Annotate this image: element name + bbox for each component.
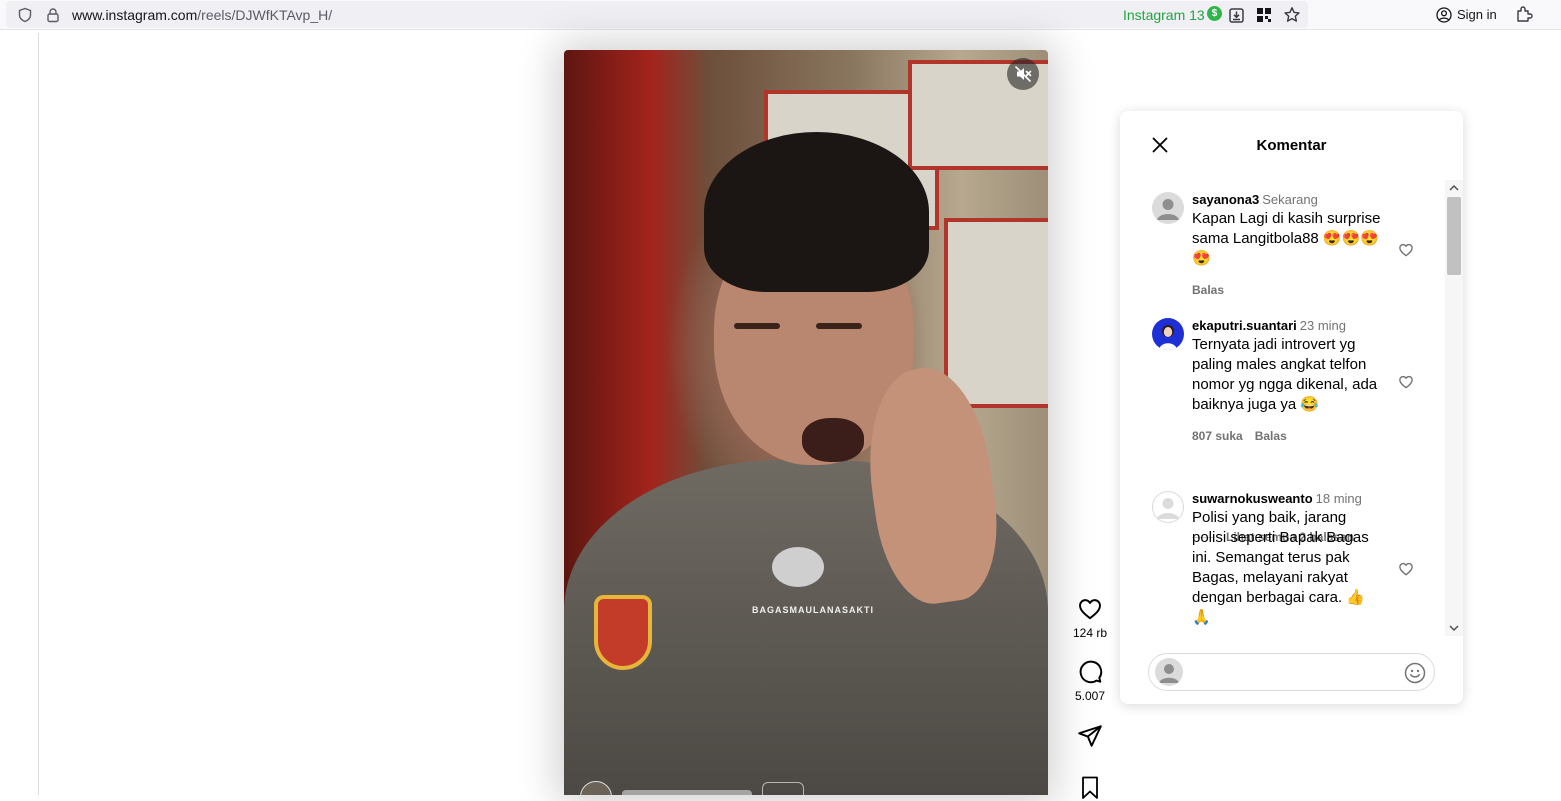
dollar-badge-icon[interactable]: $	[1207, 6, 1222, 21]
save-action[interactable]	[1068, 775, 1112, 801]
comment-text: Ternyata jadi introvert yg paling males …	[1192, 336, 1378, 413]
download-icon[interactable]	[1226, 5, 1246, 25]
bookmark-icon[interactable]	[1078, 775, 1102, 801]
scroll-up-icon[interactable]	[1449, 183, 1459, 193]
comment-list[interactable]: sayanona3 Sekarang Kapan Lagi di kasih su…	[1120, 181, 1445, 636]
browser-toolbar: www.instagram.com/reels/DJWfKTAvp_H/ Ins…	[0, 0, 1561, 30]
share-action[interactable]	[1068, 723, 1112, 749]
lock-icon[interactable]	[44, 6, 62, 24]
url-path: /reels/DJWfKTAvp_H/	[197, 7, 333, 23]
scroll-down-icon[interactable]	[1449, 623, 1459, 633]
comment-username[interactable]: sayanona3	[1192, 192, 1259, 207]
sign-in-label: Sign in	[1457, 7, 1497, 22]
reply-button[interactable]: Balas	[1192, 283, 1224, 297]
avatar[interactable]	[1152, 318, 1184, 350]
reel-video[interactable]: BAGASMAULANASAKTI	[564, 50, 1048, 795]
like-count: 124 rb	[1072, 626, 1108, 640]
comment-input[interactable]	[1191, 662, 1391, 682]
shield-icon[interactable]	[16, 6, 34, 24]
url-text[interactable]: www.instagram.com/reels/DJWfKTAvp_H/	[72, 7, 332, 23]
sidebar-divider	[38, 33, 39, 795]
microphone	[772, 547, 824, 587]
video-watermark: BAGASMAULANASAKTI	[752, 605, 874, 615]
comment-like-button[interactable]	[1396, 559, 1416, 579]
avatar	[1155, 658, 1183, 686]
heart-icon	[1398, 242, 1414, 258]
left-eye	[734, 323, 780, 329]
mouth	[802, 418, 864, 462]
sign-in-button[interactable]: Sign in	[1428, 1, 1502, 28]
comment-like-button[interactable]	[1396, 240, 1416, 260]
heart-icon	[1398, 374, 1414, 390]
star-icon[interactable]	[1282, 5, 1302, 25]
comment-timestamp[interactable]: 23 ming	[1300, 318, 1346, 333]
comments-panel: Komentar sayanona3 Sekarang Kapan Lagi di…	[1120, 111, 1463, 704]
comment-composer	[1148, 653, 1435, 691]
account-icon	[1436, 6, 1452, 23]
comment-username[interactable]: ekaputri.suantari	[1192, 318, 1297, 333]
like-action[interactable]: 124 rb	[1068, 596, 1112, 640]
comment-timestamp[interactable]: Sekarang	[1262, 192, 1318, 207]
heart-icon	[1398, 561, 1414, 577]
reply-button[interactable]: Balas	[1255, 429, 1287, 443]
heart-icon[interactable]	[1077, 596, 1103, 622]
comment-count: 5.007	[1074, 689, 1106, 703]
follow-button[interactable]	[762, 782, 804, 795]
comment-bubble-icon[interactable]	[1077, 659, 1103, 685]
comments-scrollbar[interactable]	[1445, 180, 1463, 636]
right-eye	[816, 323, 862, 329]
wall-poster	[944, 218, 1048, 408]
speaker-muted-icon	[1014, 65, 1032, 83]
comment-action[interactable]: 5.007	[1068, 659, 1112, 703]
comment-text: Polisi yang baik, jarang polisi seperti …	[1192, 509, 1369, 626]
mute-button[interactable]	[1007, 58, 1039, 90]
comment-text: Kapan Lagi di kasih surprise sama Langit…	[1192, 210, 1381, 267]
emoji-button[interactable]	[1403, 661, 1427, 685]
extensions-icon[interactable]	[1514, 4, 1534, 24]
smiley-icon	[1404, 662, 1426, 684]
qr-grid-icon[interactable]	[1254, 5, 1274, 25]
comment-like-button[interactable]	[1396, 372, 1416, 392]
comment-timestamp[interactable]: 18 ming	[1316, 491, 1362, 506]
panel-title: Komentar	[1256, 137, 1327, 154]
extension-label[interactable]: Instagram 13	[1123, 7, 1205, 23]
address-bar[interactable]: www.instagram.com/reels/DJWfKTAvp_H/ Ins…	[6, 1, 1308, 28]
avatar[interactable]	[1152, 491, 1184, 523]
police-emblem	[594, 595, 652, 670]
owner-name[interactable]	[622, 790, 752, 795]
avatar[interactable]	[1152, 192, 1184, 224]
url-host: www.instagram.com	[72, 7, 198, 23]
scroll-thumb[interactable]	[1447, 197, 1461, 275]
comment-like-count[interactable]: 807 suka	[1192, 429, 1243, 443]
comment-username[interactable]: suwarnokusweanto	[1192, 491, 1313, 506]
paper-plane-icon[interactable]	[1077, 723, 1103, 749]
